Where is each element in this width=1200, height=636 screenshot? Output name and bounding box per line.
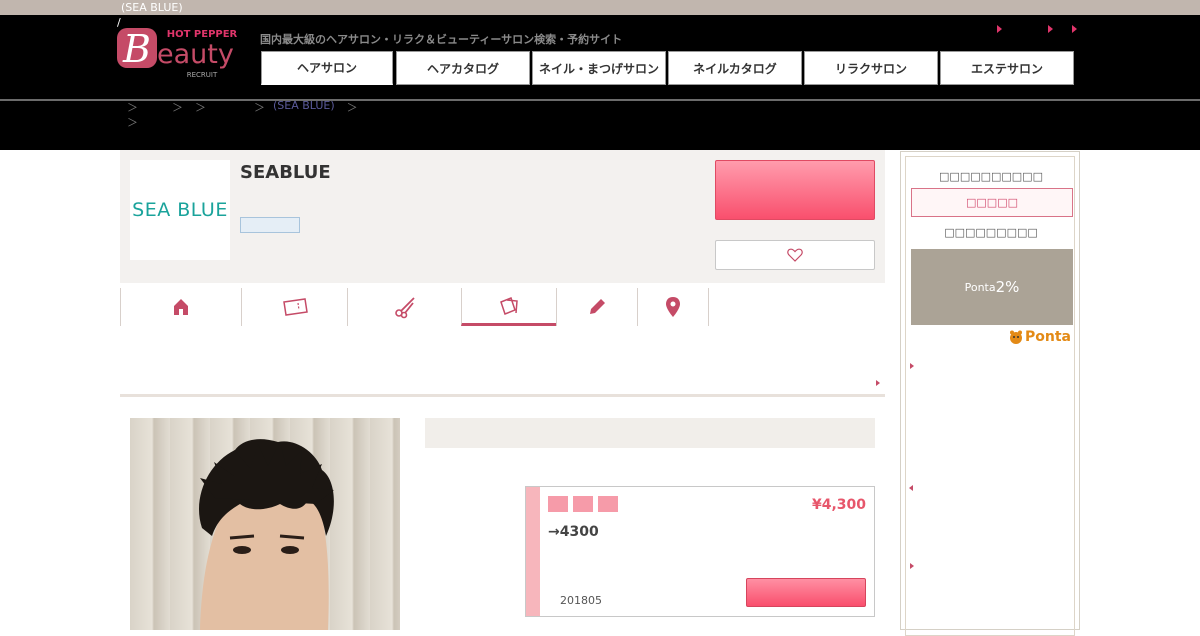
- ponta-raccoon-icon: [1010, 330, 1022, 344]
- sidebar-title: □□□□□□□□□□: [939, 170, 1043, 183]
- site-header: / B HOT PEPPER eauty RECRUIT 国内最大級のヘアサロン…: [0, 15, 1200, 150]
- tab-hair-catalog[interactable]: ヘアカタログ: [396, 51, 530, 85]
- stylist-photo[interactable]: [130, 418, 400, 630]
- site-tagline: 国内最大級のヘアサロン・リラク＆ビューティーサロン検索・予約サイト: [260, 33, 623, 46]
- tab-esthe-salon[interactable]: エステサロン: [940, 51, 1074, 85]
- breadcrumb-row-2: ＞: [127, 114, 138, 130]
- salon-logo: SEA BLUE: [130, 160, 230, 260]
- hotpepper-beauty-logo[interactable]: B HOT PEPPER eauty RECRUIT: [116, 25, 248, 81]
- tab-home[interactable]: [120, 288, 241, 326]
- ponta-rate: 2%: [995, 278, 1020, 296]
- tab-coupon[interactable]: [241, 288, 347, 326]
- sidebar-prev-arrow[interactable]: [909, 485, 913, 491]
- header-link-arrow-1[interactable]: [997, 25, 1002, 33]
- tab-blog[interactable]: [556, 288, 637, 326]
- menu-header-bar: [425, 418, 875, 448]
- tab-photos[interactable]: [461, 288, 556, 326]
- salon-header: SEA BLUE SEABLUE: [120, 150, 885, 283]
- coupon-tag: [573, 496, 593, 512]
- photo-image: [198, 439, 334, 630]
- breadcrumb-sep: ＞: [254, 101, 265, 114]
- coupon-date: 201805: [560, 594, 602, 607]
- favorite-button[interactable]: [715, 240, 875, 270]
- home-icon: [174, 299, 188, 315]
- ponta-logo: Ponta: [1009, 329, 1071, 345]
- tab-nail-eyelash-salon[interactable]: ネイル・まつげサロン: [532, 51, 666, 85]
- breadcrumb-sep: ＞: [127, 116, 138, 129]
- heart-icon: [787, 248, 803, 262]
- salon-name: SEABLUE: [240, 162, 331, 183]
- logo-main-text: eauty: [157, 39, 234, 70]
- tab-map[interactable]: [637, 288, 709, 326]
- sidebar-subtitle: □□□□□□□□□: [944, 226, 1038, 239]
- page-title: (SEA BLUE): [121, 1, 183, 14]
- ponta-logo-text: Ponta: [1025, 329, 1071, 345]
- svg-text:B: B: [122, 27, 151, 71]
- sidebar: □□□□□□□□□□ □□□□□ □□□□□□□□□ Ponta 2% Pont…: [900, 151, 1080, 636]
- breadcrumb-sep: ＞: [195, 101, 206, 114]
- tab-relax-salon[interactable]: リラクサロン: [804, 51, 938, 85]
- breadcrumb-sep: ＞: [172, 101, 183, 114]
- photos-icon: [500, 296, 518, 315]
- header-link-arrow-2[interactable]: [1048, 25, 1053, 33]
- section-divider: [120, 394, 885, 397]
- tab-stylists[interactable]: [347, 288, 461, 326]
- scissors-icon: [394, 297, 415, 319]
- coupon-price: ¥4,300: [811, 497, 866, 513]
- logo-sub-text: RECRUIT: [187, 71, 218, 79]
- tab-nail-catalog[interactable]: ネイルカタログ: [668, 51, 802, 85]
- ponta-points-banner[interactable]: Ponta 2%: [911, 249, 1073, 325]
- sidebar-link-arrow[interactable]: [910, 563, 914, 569]
- coupon-description: →4300: [548, 524, 599, 540]
- coupon-icon: [282, 298, 308, 316]
- pencil-icon: [590, 299, 605, 314]
- coupon-card[interactable]: ¥4,300 →4300 201805: [525, 486, 875, 617]
- map-pin-icon: [666, 297, 680, 317]
- salon-tag-badge: [240, 217, 300, 233]
- tab-hair-salon[interactable]: ヘアサロン: [261, 51, 393, 85]
- ponta-label: Ponta: [964, 280, 996, 294]
- sidebar-link-arrow[interactable]: [910, 363, 914, 369]
- more-link-arrow[interactable]: [876, 380, 880, 386]
- breadcrumb-current[interactable]: (SEA BLUE): [273, 99, 335, 115]
- top-bar: (SEA BLUE): [0, 0, 1200, 15]
- sidebar-panel: □□□□□□□□□□ □□□□□ □□□□□□□□□ Ponta 2% Pont…: [905, 156, 1075, 636]
- coupon-stripe: [526, 487, 540, 616]
- header-link-arrow-3[interactable]: [1072, 25, 1077, 33]
- coupon-reserve-button[interactable]: [746, 578, 866, 607]
- coupon-tag: [598, 496, 618, 512]
- breadcrumb-sep: ＞: [346, 101, 358, 114]
- breadcrumb-sep: ＞: [127, 101, 138, 114]
- reserve-button[interactable]: [715, 160, 875, 220]
- coupon-tag: [548, 496, 568, 512]
- sidebar-link-button[interactable]: □□□□□: [911, 188, 1073, 217]
- breadcrumb: ＞ ＞ ＞ ＞ (SEA BLUE) ＞: [127, 99, 358, 115]
